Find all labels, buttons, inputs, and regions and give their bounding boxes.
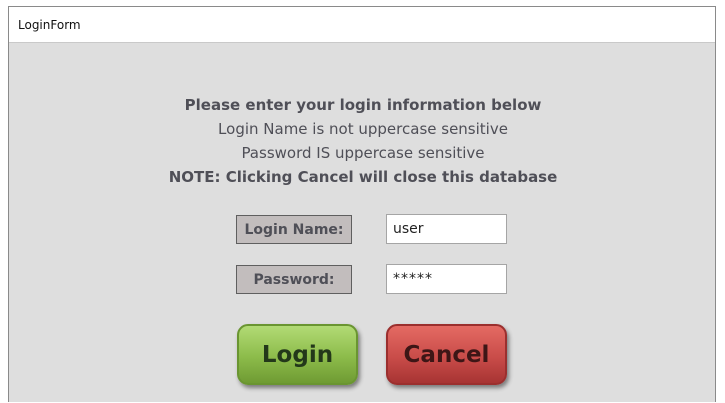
cancel-warning-note: NOTE: Clicking Cancel will close this da… [168, 168, 558, 186]
password-label: Password: [236, 265, 352, 294]
window-title: LoginForm [18, 17, 81, 32]
password-note: Password IS uppercase sensitive [241, 144, 485, 162]
instruction-heading: Please enter your login information belo… [184, 96, 542, 114]
cancel-button[interactable]: Cancel [386, 324, 507, 385]
form-content: Please enter your login information belo… [9, 43, 715, 403]
login-name-input[interactable] [386, 214, 507, 244]
login-button[interactable]: Login [237, 324, 358, 385]
title-bar: LoginForm [9, 7, 715, 43]
login-name-note: Login Name is not uppercase sensitive [218, 120, 508, 138]
password-input[interactable] [386, 264, 507, 294]
login-form-window: LoginForm Please enter your login inform… [8, 6, 716, 402]
login-name-label: Login Name: [236, 215, 352, 244]
